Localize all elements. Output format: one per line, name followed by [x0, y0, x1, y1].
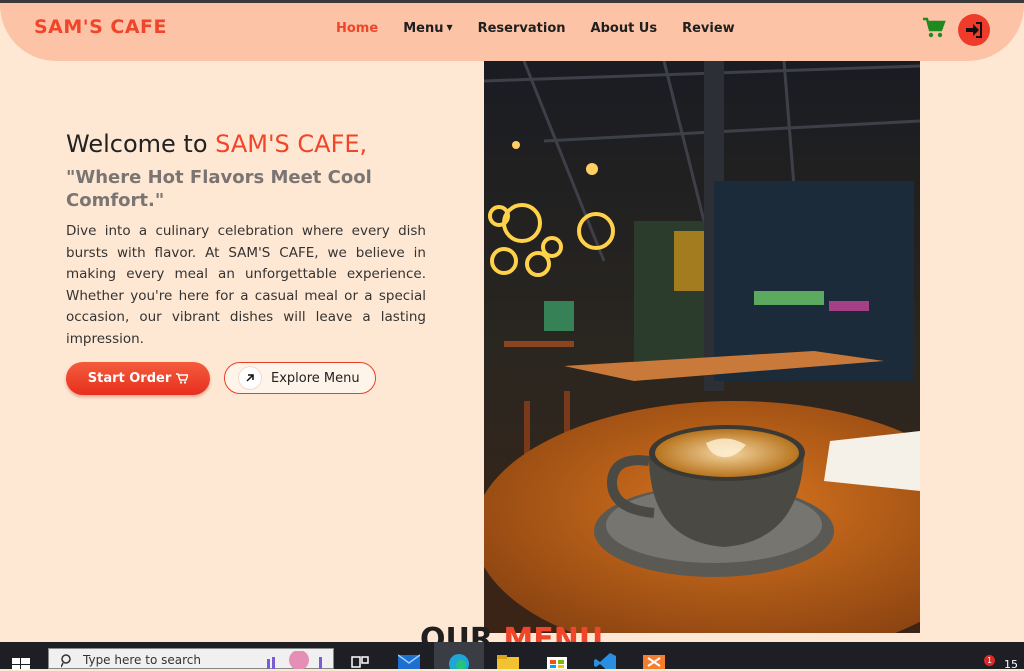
hero-heading: Welcome to SAM'S CAFE,: [66, 128, 426, 160]
brand-logo[interactable]: SAM'S CAFE: [34, 16, 167, 38]
sign-in-icon: [966, 22, 982, 38]
explore-menu-button[interactable]: Explore Menu: [224, 362, 376, 394]
nav-menu-label: Menu: [403, 21, 444, 36]
file-explorer-icon[interactable]: [497, 653, 519, 669]
navbar: SAM'S CAFE Home Menu ▼ Reservation About …: [0, 3, 1024, 61]
nav-links: Home Menu ▼ Reservation About Us Review: [336, 21, 760, 36]
xampp-icon[interactable]: [643, 653, 665, 669]
taskbar-clock[interactable]: 15: [1004, 658, 1018, 671]
arrow-up-right-icon: [239, 367, 261, 389]
vscode-icon[interactable]: [594, 653, 616, 669]
task-view-icon[interactable]: [350, 653, 372, 669]
welcome-prefix: Welcome to: [66, 130, 216, 158]
cart-small-icon: [176, 373, 189, 384]
explore-menu-label: Explore Menu: [271, 370, 360, 386]
nav-review[interactable]: Review: [682, 21, 735, 36]
welcome-brand: SAM'S CAFE,: [215, 130, 368, 158]
search-highlight-icon: [267, 651, 322, 669]
edge-browser-icon[interactable]: [448, 653, 470, 669]
nav-about-us[interactable]: About Us: [591, 21, 658, 36]
nav-home[interactable]: Home: [336, 21, 378, 36]
login-button[interactable]: [958, 14, 990, 46]
taskbar-search[interactable]: Type here to search: [48, 648, 334, 669]
notification-badge[interactable]: 1: [984, 655, 995, 666]
hero-text: Welcome to SAM'S CAFE, "Where Hot Flavor…: [66, 128, 426, 350]
nav-reservation[interactable]: Reservation: [478, 21, 566, 36]
windows-taskbar: Type here to search 1 15: [0, 642, 1024, 671]
mail-icon[interactable]: [398, 653, 420, 669]
search-placeholder: Type here to search: [83, 653, 201, 667]
start-order-button[interactable]: Start Order: [66, 362, 210, 395]
hero-description: Dive into a culinary celebration where e…: [66, 223, 426, 347]
caret-down-icon: ▼: [446, 23, 453, 32]
nav-menu[interactable]: Menu ▼: [403, 21, 452, 36]
cart-icon[interactable]: [922, 17, 946, 39]
store-icon[interactable]: [546, 653, 568, 669]
start-order-label: Start Order: [87, 371, 172, 386]
search-icon: [61, 654, 71, 668]
windows-start-icon[interactable]: [12, 656, 30, 670]
hero-tagline: "Where Hot Flavors Meet Cool Comfort.": [66, 167, 372, 211]
cafe-coffee-photo: [484, 61, 920, 633]
